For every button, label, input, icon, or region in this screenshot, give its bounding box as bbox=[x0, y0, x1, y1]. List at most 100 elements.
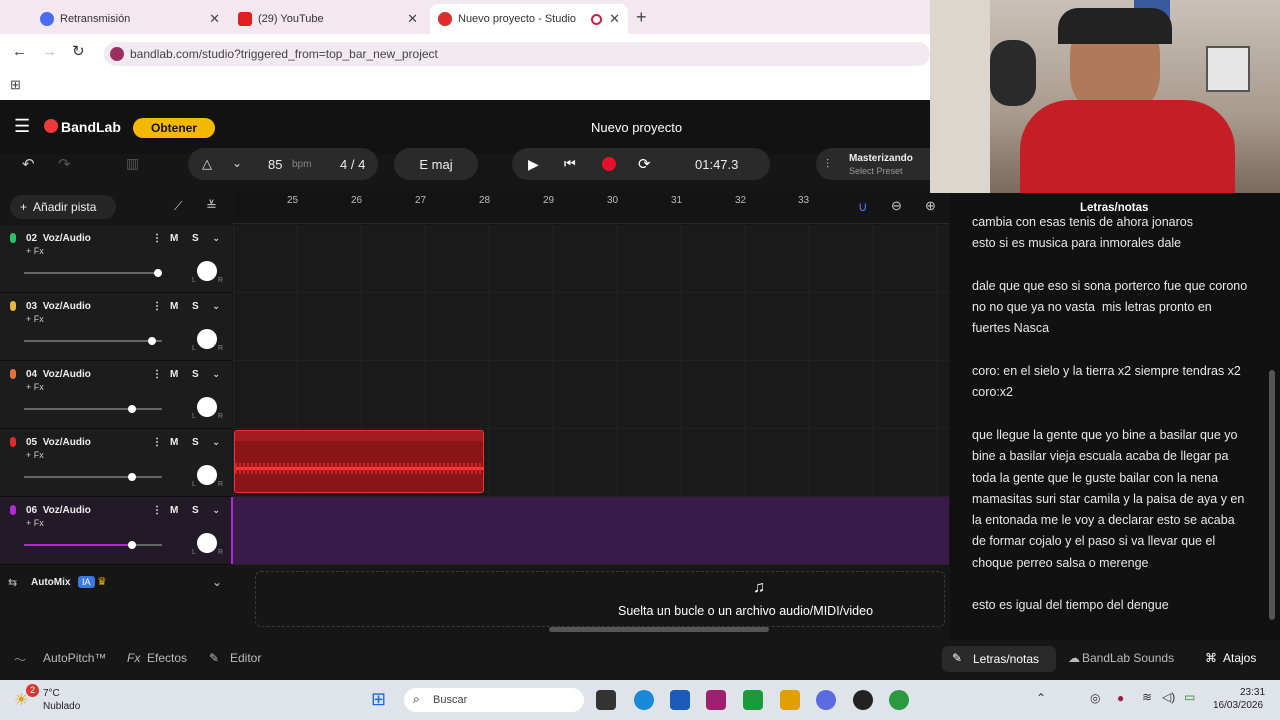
mic-icon[interactable]: ● bbox=[1117, 691, 1124, 705]
track-lane-03[interactable] bbox=[233, 293, 949, 361]
undo-icon[interactable]: ↶ bbox=[22, 155, 35, 173]
add-fx-button[interactable]: + Fx bbox=[26, 246, 44, 256]
pan-knob[interactable] bbox=[197, 397, 217, 417]
effects-button[interactable]: Efectos bbox=[147, 651, 187, 665]
weather-icon[interactable]: ☀ bbox=[14, 690, 28, 710]
mic-permission-icon[interactable] bbox=[110, 47, 124, 61]
volume-slider[interactable] bbox=[24, 541, 162, 549]
pan-knob[interactable] bbox=[197, 533, 217, 553]
key-selector[interactable]: E maj bbox=[394, 148, 478, 180]
pan-knob[interactable] bbox=[197, 465, 217, 485]
obs-icon[interactable] bbox=[853, 690, 873, 710]
volume-slider[interactable] bbox=[24, 473, 162, 481]
taskbar-search[interactable]: ⌕ Buscar bbox=[404, 688, 584, 712]
windows-start-icon[interactable]: ⊞ bbox=[371, 689, 386, 710]
redo-icon[interactable]: ↷ bbox=[58, 155, 71, 173]
chevron-down-icon[interactable]: ⌄ bbox=[212, 369, 220, 380]
xbox-icon[interactable] bbox=[743, 690, 763, 710]
add-track-button[interactable]: + Añadir pista bbox=[10, 195, 116, 219]
battery-icon[interactable]: ▭ bbox=[1184, 690, 1195, 704]
volume-slider[interactable] bbox=[24, 337, 162, 345]
volume-slider[interactable] bbox=[24, 269, 162, 277]
add-fx-button[interactable]: + Fx bbox=[26, 314, 44, 324]
play-icon[interactable]: ▶ bbox=[528, 156, 539, 173]
drop-zone[interactable]: ♫ Suelta un bucle o un archivo audio/MID… bbox=[255, 571, 945, 627]
tempo-value[interactable]: 85 bbox=[268, 157, 282, 172]
zoom-out-icon[interactable]: ⊖ bbox=[891, 198, 902, 214]
track-name[interactable]: 05 Voz/Audio bbox=[26, 437, 91, 448]
solo-button[interactable]: S bbox=[192, 437, 199, 448]
chevron-up-icon[interactable]: ⌃ bbox=[1036, 691, 1046, 705]
chrome-icon[interactable] bbox=[889, 690, 909, 710]
solo-button[interactable]: S bbox=[192, 369, 199, 380]
clock-date[interactable]: 16/03/2026 bbox=[1213, 700, 1263, 711]
file-explorer-icon[interactable] bbox=[780, 690, 800, 710]
track-name[interactable]: 02 Voz/Audio bbox=[26, 233, 91, 244]
mute-button[interactable]: M bbox=[170, 505, 178, 516]
lyrics-text-area[interactable]: cambia con esas tenis de ahora jonaros e… bbox=[972, 212, 1252, 636]
close-tab-icon[interactable]: ✕ bbox=[209, 11, 220, 27]
track-header-03[interactable]: 03 Voz/Audio + Fx ⋮ M S ⌄ L R bbox=[0, 293, 232, 361]
record-icon[interactable] bbox=[602, 157, 616, 171]
store-icon[interactable] bbox=[670, 690, 690, 710]
more-options-icon[interactable]: ⋮ bbox=[152, 301, 162, 312]
audio-clip[interactable] bbox=[234, 430, 484, 493]
automix-row[interactable]: ⇆ AutoMix IA ♛ ⌄ bbox=[0, 567, 232, 601]
solo-button[interactable]: S bbox=[192, 233, 199, 244]
magnet-snap-icon[interactable]: ∪ bbox=[858, 199, 868, 215]
wifi-icon[interactable]: ≋ bbox=[1142, 690, 1152, 704]
solo-button[interactable]: S bbox=[192, 505, 199, 516]
tab-youtube[interactable]: (29) YouTube ✕ bbox=[230, 4, 426, 34]
more-options-icon[interactable]: ⋮ bbox=[152, 505, 162, 516]
mute-button[interactable]: M bbox=[170, 233, 178, 244]
track-header-04[interactable]: 04 Voz/Audio + Fx ⋮ M S ⌄ L R bbox=[0, 361, 232, 429]
forward-icon[interactable]: → bbox=[42, 43, 57, 60]
timeline-ruler[interactable]: ∪ ⊖ ⊕ bbox=[233, 190, 949, 224]
loop-icon[interactable]: ⟳ bbox=[638, 155, 651, 173]
edge-browser-icon[interactable] bbox=[634, 690, 654, 710]
photo-app-icon[interactable] bbox=[706, 690, 726, 710]
volume-handle[interactable] bbox=[148, 337, 157, 345]
editor-button[interactable]: Editor bbox=[230, 651, 261, 665]
chevron-down-icon[interactable]: ⌄ bbox=[212, 575, 222, 589]
tab-studio[interactable]: Nuevo proyecto - Studio ✕ bbox=[430, 4, 628, 34]
tab-retransmision[interactable]: Retransmisión ✕ bbox=[32, 4, 228, 34]
playhead[interactable] bbox=[231, 497, 233, 564]
mute-button[interactable]: M bbox=[170, 369, 178, 380]
shortcuts-tab[interactable]: Atajos bbox=[1223, 651, 1256, 665]
chevron-down-icon[interactable]: ⌄ bbox=[212, 233, 220, 244]
new-tab-button[interactable]: + bbox=[636, 7, 647, 28]
track-name[interactable]: 03 Voz/Audio bbox=[26, 301, 91, 312]
menu-icon[interactable]: ☰ bbox=[14, 116, 30, 137]
track-name[interactable]: 04 Voz/Audio bbox=[26, 369, 91, 380]
track-lane-02[interactable] bbox=[233, 225, 949, 293]
more-options-icon[interactable]: ⋮ bbox=[152, 233, 162, 244]
armed-track-lane[interactable] bbox=[233, 497, 949, 564]
zoom-in-icon[interactable]: ⊕ bbox=[925, 198, 936, 214]
volume-handle[interactable] bbox=[153, 269, 162, 277]
volume-handle[interactable] bbox=[127, 473, 136, 481]
volume-handle[interactable] bbox=[127, 541, 136, 549]
close-tab-icon[interactable]: ✕ bbox=[407, 11, 418, 27]
track-name[interactable]: 06 Voz/Audio bbox=[26, 505, 91, 516]
more-options-icon[interactable]: ⋮ bbox=[152, 437, 162, 448]
track-settings-icon[interactable]: ≚ bbox=[206, 198, 217, 214]
chevron-down-icon[interactable]: ⌄ bbox=[212, 301, 220, 312]
url-field[interactable]: bandlab.com/studio?triggered_from=top_ba… bbox=[104, 42, 930, 66]
mute-button[interactable]: M bbox=[170, 437, 178, 448]
horizontal-scrollbar[interactable] bbox=[549, 627, 769, 632]
track-header-02[interactable]: 02 Voz/Audio + Fx ⋮ M S ⌄ L R bbox=[0, 225, 232, 293]
track-header-05[interactable]: 05 Voz/Audio + Fx ⋮ M S ⌄ L R bbox=[0, 429, 232, 497]
add-fx-button[interactable]: + Fx bbox=[26, 382, 44, 392]
get-membership-button[interactable]: Obtener bbox=[133, 118, 215, 138]
volume-icon[interactable]: ◁) bbox=[1162, 690, 1175, 704]
autopitch-button[interactable]: AutoPitch™ bbox=[43, 651, 106, 665]
solo-button[interactable]: S bbox=[192, 301, 199, 312]
sounds-tab[interactable]: BandLab Sounds bbox=[1082, 651, 1174, 665]
volume-slider[interactable] bbox=[24, 405, 162, 413]
add-fx-button[interactable]: + Fx bbox=[26, 518, 44, 528]
mastering-button[interactable]: ⫶ Masterizando Select Preset bbox=[816, 148, 930, 180]
reload-icon[interactable]: ↻ bbox=[72, 42, 85, 60]
metronome-icon[interactable]: △ bbox=[202, 156, 212, 172]
apps-grid-icon[interactable]: ⊞ bbox=[10, 77, 21, 93]
